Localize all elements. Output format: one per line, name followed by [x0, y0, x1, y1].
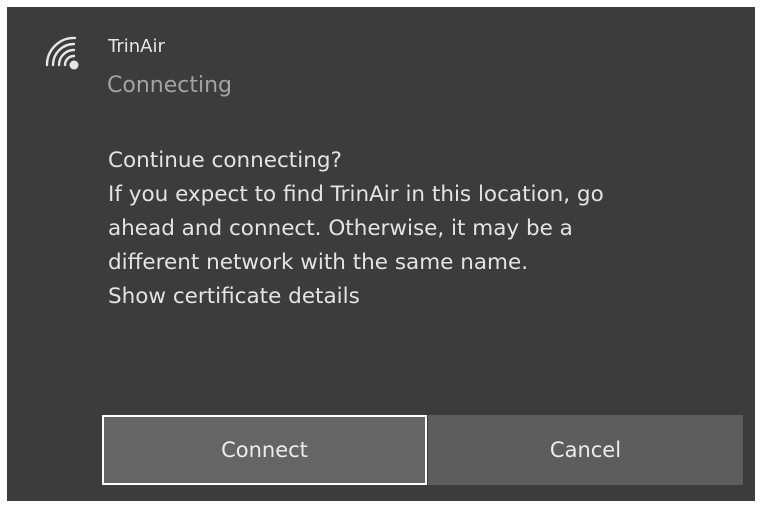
connection-message: Continue connecting? If you expect to fi… — [108, 144, 748, 314]
connect-button-label: Connect — [221, 438, 308, 462]
network-status: Connecting — [107, 73, 232, 98]
network-name: TrinAir — [108, 36, 165, 57]
wifi-connect-flyout: TrinAir Connecting Continue connecting? … — [7, 7, 755, 501]
message-line: If you expect to find TrinAir in this lo… — [108, 182, 604, 207]
message-heading: Continue connecting? — [108, 148, 342, 173]
connect-button[interactable]: Connect — [102, 415, 427, 485]
show-certificate-details-link[interactable]: Show certificate details — [108, 280, 748, 314]
cancel-button[interactable]: Cancel — [428, 415, 743, 485]
cancel-button-label: Cancel — [549, 438, 622, 462]
message-line: different network with the same name. — [108, 250, 529, 275]
wifi-signal-icon — [44, 34, 84, 74]
message-line: ahead and connect. Otherwise, it may be … — [108, 216, 573, 241]
